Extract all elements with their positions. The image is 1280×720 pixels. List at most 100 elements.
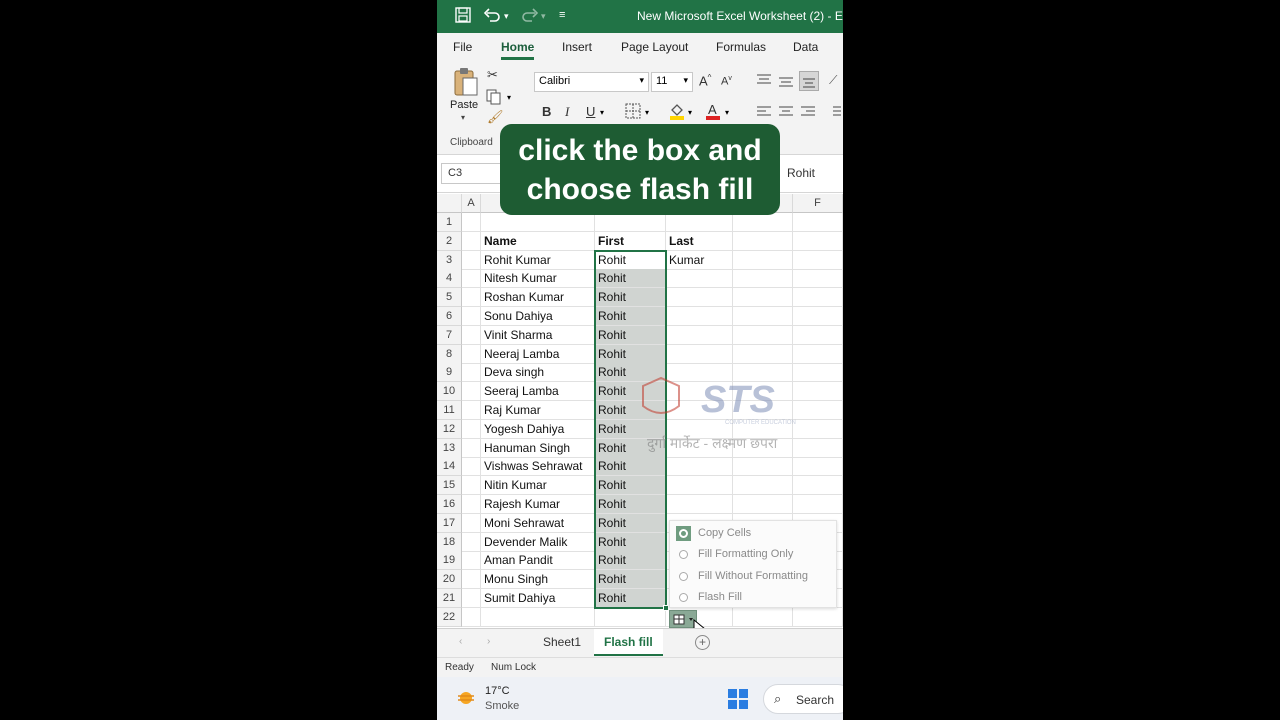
cell[interactable] <box>733 382 793 402</box>
name-cell[interactable]: Nitin Kumar <box>481 476 595 496</box>
header-last-cell[interactable]: Last <box>666 231 733 251</box>
cell[interactable] <box>462 570 481 590</box>
cell[interactable] <box>666 382 733 402</box>
cell[interactable] <box>462 457 481 477</box>
last-name-cell[interactable]: Kumar <box>666 250 733 270</box>
cell[interactable] <box>793 288 843 308</box>
cell[interactable] <box>462 607 481 627</box>
cell[interactable] <box>733 250 793 270</box>
first-name-cell[interactable]: Rohit <box>595 513 666 533</box>
row-header[interactable]: 1 <box>437 213 462 232</box>
tab-formulas[interactable]: Formulas <box>716 40 766 54</box>
cell[interactable] <box>666 438 733 458</box>
font-color-dropdown-icon[interactable]: ▾ <box>725 108 729 117</box>
tab-home[interactable]: Home <box>501 40 535 60</box>
cell[interactable] <box>666 457 733 477</box>
indent-icon[interactable] <box>829 105 841 123</box>
column-header-f[interactable]: F <box>793 194 843 213</box>
cell[interactable] <box>462 363 481 383</box>
cell[interactable] <box>793 495 843 514</box>
cell[interactable] <box>595 607 666 627</box>
cell[interactable] <box>793 269 843 289</box>
cell[interactable] <box>733 213 793 232</box>
name-cell[interactable]: Devender Malik <box>481 532 595 552</box>
save-icon[interactable] <box>455 7 471 26</box>
first-name-cell[interactable]: Rohit <box>595 570 666 590</box>
header-first-cell[interactable]: First <box>595 231 666 251</box>
first-name-cell[interactable]: Rohit <box>595 363 666 383</box>
autofill-option-fill-without-formatting[interactable]: Fill Without Formatting <box>670 566 838 587</box>
scroll-left-icon[interactable]: ‹ <box>459 636 462 647</box>
increase-font-icon[interactable]: A^ <box>699 73 711 88</box>
cell[interactable] <box>462 382 481 402</box>
taskbar-search-box[interactable]: ⌕ Search <box>763 684 843 714</box>
first-name-cell[interactable]: Rohit <box>595 476 666 496</box>
align-right-icon[interactable] <box>801 105 815 123</box>
row-header[interactable]: 10 <box>437 382 462 402</box>
undo-icon[interactable] <box>483 7 501 26</box>
name-cell[interactable]: Sonu Dahiya <box>481 307 595 326</box>
bold-button[interactable]: B <box>542 104 551 119</box>
cell[interactable] <box>481 213 595 232</box>
redo-icon[interactable] <box>521 7 539 26</box>
cell[interactable] <box>733 401 793 420</box>
cell[interactable] <box>666 476 733 496</box>
first-name-cell[interactable]: Rohit <box>595 495 666 514</box>
customize-toolbar-icon[interactable]: ≡ <box>559 9 565 21</box>
underline-button[interactable]: U <box>586 104 595 119</box>
align-top-icon[interactable] <box>757 73 771 91</box>
name-cell[interactable]: Roshan Kumar <box>481 288 595 308</box>
cell[interactable] <box>793 250 843 270</box>
row-header[interactable]: 6 <box>437 307 462 326</box>
cell[interactable] <box>733 325 793 345</box>
cell[interactable] <box>733 269 793 289</box>
cell[interactable] <box>793 325 843 345</box>
row-header[interactable]: 2 <box>437 231 462 251</box>
cell[interactable] <box>733 607 793 627</box>
cell[interactable] <box>462 551 481 571</box>
undo-dropdown-icon[interactable]: ▾ <box>504 11 509 22</box>
borders-dropdown-icon[interactable]: ▾ <box>645 108 649 117</box>
cell[interactable] <box>666 213 733 232</box>
font-color-icon[interactable]: A <box>705 102 721 125</box>
autofill-option-flash-fill[interactable]: Flash Fill <box>670 587 838 608</box>
align-middle-icon[interactable] <box>779 75 793 93</box>
name-cell[interactable]: Aman Pandit <box>481 551 595 571</box>
name-cell[interactable]: Raj Kumar <box>481 401 595 420</box>
name-cell[interactable]: Moni Sehrawat <box>481 513 595 533</box>
cell[interactable] <box>793 419 843 439</box>
cell[interactable] <box>462 438 481 458</box>
first-name-cell[interactable]: Rohit <box>595 589 666 608</box>
name-cell[interactable]: Monu Singh <box>481 570 595 590</box>
row-header[interactable]: 17 <box>437 513 462 533</box>
first-name-cell[interactable]: Rohit <box>595 250 666 270</box>
copy-dropdown-icon[interactable]: ▾ <box>507 93 511 102</box>
row-header[interactable]: 13 <box>437 438 462 458</box>
row-header[interactable]: 18 <box>437 532 462 552</box>
cell[interactable] <box>793 307 843 326</box>
cell[interactable] <box>793 438 843 458</box>
fill-color-dropdown-icon[interactable]: ▾ <box>688 108 692 117</box>
cell[interactable] <box>793 382 843 402</box>
orientation-icon[interactable]: ⟋ <box>829 73 837 88</box>
cell[interactable] <box>462 495 481 514</box>
autofill-option-copy-cells[interactable]: Copy Cells <box>670 523 838 544</box>
first-name-cell[interactable]: Rohit <box>595 288 666 308</box>
cell[interactable] <box>666 288 733 308</box>
cell[interactable] <box>462 589 481 608</box>
name-box[interactable]: C3 <box>441 163 501 184</box>
cell[interactable] <box>733 307 793 326</box>
cell[interactable] <box>462 288 481 308</box>
cell[interactable] <box>793 344 843 364</box>
cell[interactable] <box>733 288 793 308</box>
cell[interactable] <box>462 476 481 496</box>
cell[interactable] <box>666 307 733 326</box>
first-name-cell[interactable]: Rohit <box>595 551 666 571</box>
cell[interactable] <box>462 532 481 552</box>
first-name-cell[interactable]: Rohit <box>595 419 666 439</box>
cell[interactable] <box>666 325 733 345</box>
row-header[interactable]: 21 <box>437 589 462 608</box>
cell[interactable] <box>733 231 793 251</box>
cell[interactable] <box>666 269 733 289</box>
first-name-cell[interactable]: Rohit <box>595 401 666 420</box>
